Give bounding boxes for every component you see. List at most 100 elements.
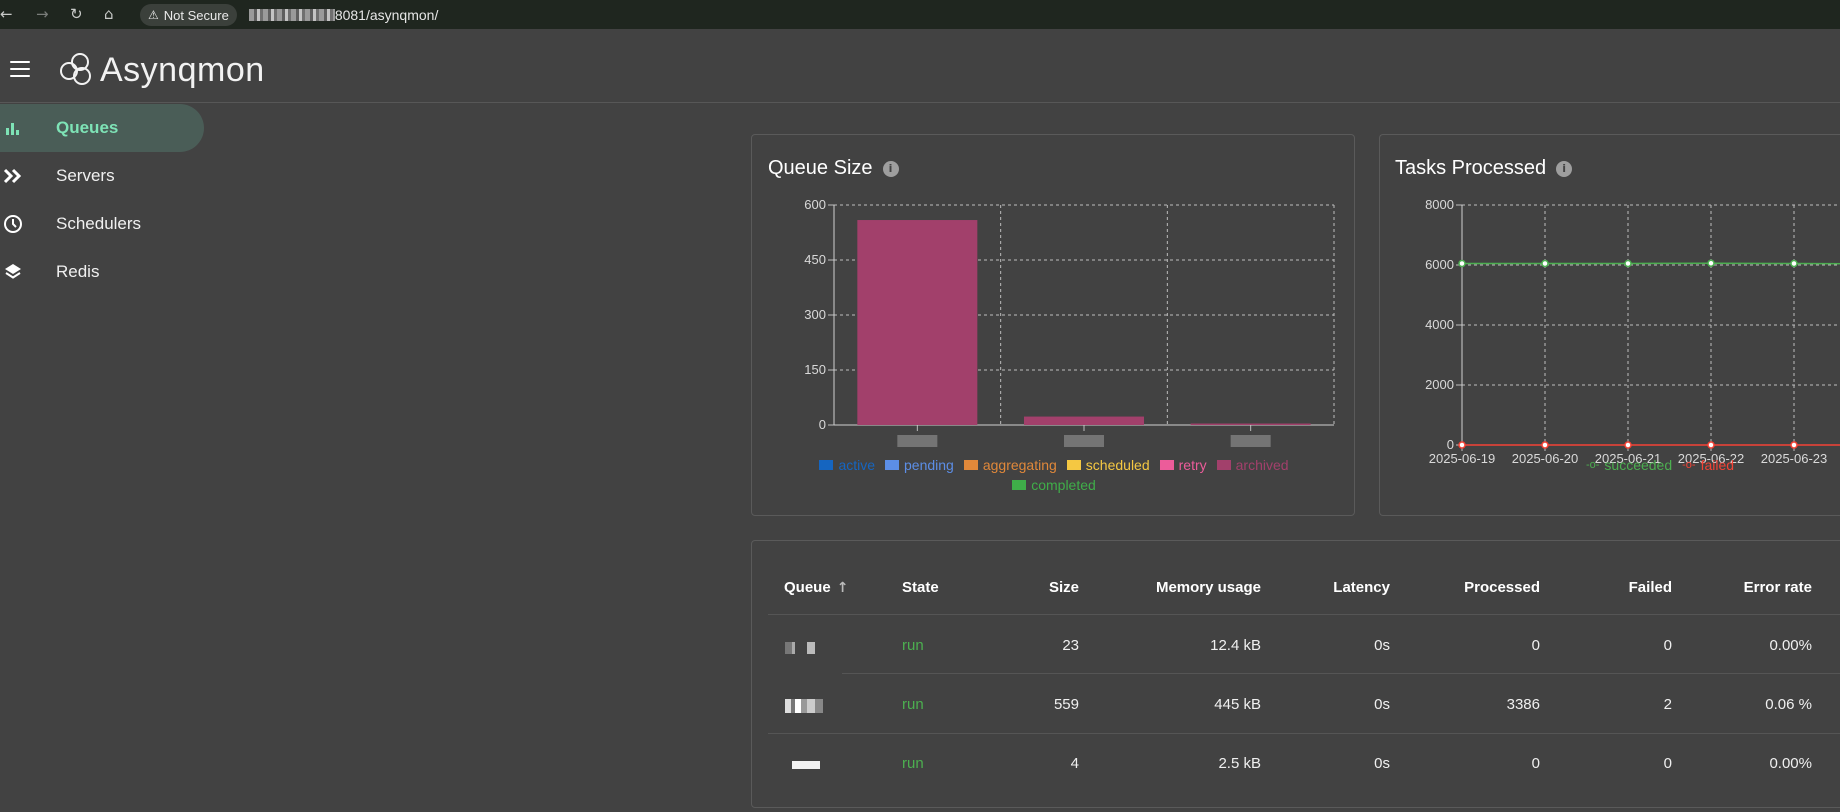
- legend-item-retry[interactable]: retry: [1159, 457, 1207, 473]
- legend-item-archived[interactable]: archived: [1216, 457, 1289, 473]
- sidebar-item-label: Servers: [56, 166, 115, 185]
- queue-failed: 0: [1663, 755, 1672, 772]
- queue-size: 4: [1070, 755, 1079, 772]
- col-header-error-rate[interactable]: Error rate: [1702, 579, 1812, 596]
- legend-item-failed[interactable]: -o-failed: [1682, 457, 1734, 473]
- data-point-failed: [1707, 441, 1715, 449]
- sidebar-item-label: Queues: [56, 118, 119, 137]
- sidebar-item-label: Schedulers: [56, 214, 142, 233]
- reload-icon[interactable]: ↻: [70, 5, 83, 23]
- browser-toolbar: ← → ↻ ⌂ ⚠ Not Secure 8081/asynqmon/: [0, 0, 1840, 29]
- legend-item-pending[interactable]: pending: [885, 457, 954, 473]
- x-tick-label: 2025-06-23: [1761, 451, 1828, 466]
- queue-state: run: [902, 755, 924, 772]
- legend-label: completed: [1031, 477, 1096, 493]
- menu-icon[interactable]: [10, 61, 30, 77]
- col-header-failed[interactable]: Failed: [1572, 579, 1672, 596]
- y-tick-label: 450: [804, 252, 826, 267]
- data-point-succeeded: [1707, 259, 1715, 267]
- legend-item-succeeded[interactable]: -o-succeeded: [1586, 457, 1672, 473]
- legend-label: scheduled: [1085, 457, 1150, 473]
- queue-latency: 0s: [1374, 637, 1390, 654]
- legend-label: active: [838, 457, 876, 473]
- info-icon[interactable]: i: [1556, 160, 1573, 177]
- y-tick-label: 6000: [1425, 257, 1454, 272]
- legend-item-scheduled[interactable]: scheduled: [1066, 457, 1150, 473]
- home-icon[interactable]: ⌂: [104, 5, 114, 23]
- app-header: Asynqmon: [0, 37, 1840, 103]
- col-header-memory[interactable]: Memory usage: [1112, 579, 1261, 596]
- queue-processed: 0: [1531, 637, 1540, 654]
- queue-memory: 2.5 kB: [1218, 755, 1261, 772]
- col-header-processed[interactable]: Processed: [1412, 579, 1540, 596]
- security-badge[interactable]: ⚠ Not Secure: [140, 4, 237, 26]
- col-header-state[interactable]: State: [902, 579, 939, 596]
- asynqmon-logo-icon: [60, 53, 91, 85]
- url-suffix: 8081/asynqmon/: [334, 7, 439, 23]
- forward-icon[interactable]: →: [36, 5, 49, 23]
- layers-icon: [2, 261, 24, 283]
- card-title: Queue Size i: [768, 157, 899, 180]
- legend-marker: -o-: [1682, 459, 1696, 471]
- x-tick-label-redacted: [897, 435, 938, 447]
- series-line-succeeded: [1462, 262, 1840, 265]
- queue-name-redacted[interactable]: [785, 699, 823, 713]
- legend-item-completed[interactable]: completed: [1012, 477, 1096, 493]
- bar-archived: [1190, 423, 1311, 425]
- legend-swatch: [963, 460, 978, 470]
- sidebar-item-schedulers[interactable]: Schedulers: [0, 200, 210, 248]
- data-point-succeeded: [1458, 259, 1466, 268]
- arrow-up-icon: ↑: [836, 579, 849, 596]
- sidebar: Queues Servers Schedulers Redis: [0, 104, 210, 296]
- queue-processed: 0: [1531, 755, 1540, 772]
- data-point-succeeded: [1624, 259, 1632, 268]
- legend-swatch: [819, 460, 834, 470]
- queue-error-rate: 0.06 %: [1765, 696, 1812, 713]
- col-header-size[interactable]: Size: [1002, 579, 1079, 596]
- tasks-processed-chart: 020004000600080002025-06-19 2025-06-20 202…: [1425, 197, 1840, 466]
- tasks-processed-legend: -o-succeeded -o-failed: [1560, 457, 1760, 473]
- queue-failed: 2: [1663, 696, 1672, 713]
- warning-icon: ⚠: [148, 8, 159, 22]
- address-bar[interactable]: ⚠ Not Secure 8081/asynqmon/: [140, 4, 1840, 26]
- y-tick-label: 600: [804, 197, 826, 212]
- y-tick-label: 0: [819, 417, 826, 432]
- divider: [768, 733, 1840, 734]
- queue-latency: 0s: [1374, 696, 1390, 713]
- queue-name-redacted[interactable]: [792, 761, 820, 769]
- legend-swatch: [1012, 480, 1027, 490]
- data-point-failed: [1790, 441, 1798, 449]
- col-header-latency[interactable]: Latency: [1292, 579, 1390, 596]
- legend-swatch: [1159, 460, 1174, 470]
- legend-swatch: [1216, 460, 1231, 470]
- redacted-host: [248, 9, 335, 21]
- tasks-processed-card: Tasks Processed i 0 2000 4000 6000 8000 2025-…: [1379, 134, 1840, 516]
- queue-size-title: Queue Size: [768, 157, 873, 179]
- url-text: 8081/asynqmon/: [248, 7, 439, 23]
- sidebar-item-servers[interactable]: Servers: [0, 152, 210, 200]
- back-icon[interactable]: ←: [0, 5, 13, 23]
- y-tick-label: 0: [1447, 437, 1454, 452]
- queue-state: run: [902, 637, 924, 654]
- card-title: Tasks Processed i: [1395, 157, 1573, 180]
- col-header-queue[interactable]: Queue ↑: [784, 579, 848, 596]
- queue-error-rate: 0.00%: [1769, 755, 1812, 772]
- queue-name-redacted[interactable]: [785, 642, 823, 654]
- data-point-succeeded: [1790, 259, 1798, 268]
- queue-error-rate: 0.00%: [1769, 637, 1812, 654]
- sidebar-item-label: Redis: [56, 262, 100, 281]
- sidebar-item-queues[interactable]: Queues: [0, 104, 204, 152]
- col-header-label: Queue: [784, 579, 831, 596]
- sidebar-item-redis[interactable]: Redis: [0, 248, 210, 296]
- info-icon[interactable]: i: [882, 160, 899, 177]
- queue-processed: 3386: [1506, 696, 1540, 713]
- y-tick-label: 150: [804, 362, 826, 377]
- legend-swatch: [885, 460, 900, 470]
- queue-size: 559: [1053, 696, 1079, 713]
- legend-label: aggregating: [982, 457, 1057, 473]
- legend-label: succeeded: [1604, 457, 1673, 473]
- legend-item-active[interactable]: active: [819, 457, 875, 473]
- bar-archived: [1024, 416, 1144, 425]
- legend-item-aggregating[interactable]: aggregating: [963, 457, 1057, 473]
- divider: [768, 614, 1840, 615]
